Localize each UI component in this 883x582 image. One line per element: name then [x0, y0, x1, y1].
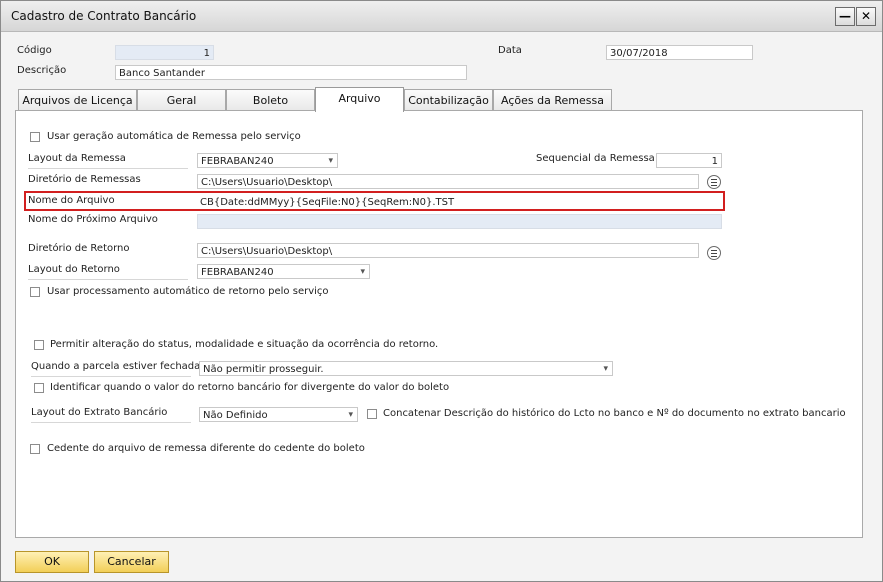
layout-retorno-label: Layout do Retorno: [28, 264, 120, 275]
auto-retorno-checkbox[interactable]: [30, 287, 40, 297]
divider: [31, 376, 191, 377]
codigo-field[interactable]: 1: [115, 45, 214, 60]
layout-remessa-label: Layout da Remessa: [28, 153, 126, 164]
auto-remessa-checkbox[interactable]: [30, 132, 40, 142]
dir-remessas-field[interactable]: C:\Users\Usuario\Desktop\: [197, 174, 699, 189]
auto-retorno-label: Usar processamento automático de retorno…: [47, 286, 329, 297]
nome-proximo-label: Nome do Próximo Arquivo: [28, 214, 158, 225]
tab-acoes-da-remessa[interactable]: Ações da Remessa: [493, 89, 612, 110]
divider: [28, 279, 188, 280]
highlight-box: [24, 191, 725, 211]
permitir-alteracao-label: Permitir alteração do status, modalidade…: [50, 339, 439, 350]
sequencial-label: Sequencial da Remessa: [536, 153, 655, 164]
layout-extrato-label: Layout do Extrato Bancário: [31, 407, 168, 418]
auto-remessa-label: Usar geração automática de Remessa pelo …: [47, 131, 301, 142]
divider: [28, 168, 188, 169]
identificar-divergente-checkbox[interactable]: [34, 383, 44, 393]
descricao-label: Descrição: [17, 65, 67, 76]
cancel-button[interactable]: Cancelar: [94, 551, 169, 573]
identificar-divergente-label: Identificar quando o valor do retorno ba…: [50, 382, 450, 393]
parcela-fechada-select[interactable]: Não permitir prosseguir.: [199, 361, 613, 376]
window-title: Cadastro de Contrato Bancário: [11, 9, 197, 23]
codigo-label: Código: [17, 45, 52, 56]
layout-remessa-select[interactable]: FEBRABAN240: [197, 153, 338, 168]
dir-retorno-label: Diretório de Retorno: [28, 243, 130, 254]
dialog-window: Cadastro de Contrato Bancário — ✕ Código…: [0, 0, 883, 582]
parcela-fechada-label: Quando a parcela estiver fechada: [31, 361, 201, 372]
divider: [31, 422, 191, 423]
cedente-label: Cedente do arquivo de remessa diferente …: [47, 443, 365, 454]
tab-contabilizacao[interactable]: Contabilização: [404, 89, 493, 110]
dir-remessas-label: Diretório de Remessas: [28, 174, 141, 185]
dir-retorno-field[interactable]: C:\Users\Usuario\Desktop\: [197, 243, 699, 258]
tab-boleto[interactable]: Boleto: [226, 89, 315, 110]
tab-arquivos-de-licenca[interactable]: Arquivos de Licença: [18, 89, 137, 110]
tab-geral[interactable]: Geral: [137, 89, 226, 110]
layout-retorno-select[interactable]: FEBRABAN240: [197, 264, 370, 279]
sequencial-field[interactable]: 1: [656, 153, 722, 168]
cedente-checkbox[interactable]: [30, 444, 40, 454]
minimize-icon[interactable]: —: [835, 7, 855, 26]
descricao-field[interactable]: Banco Santander: [115, 65, 467, 80]
nome-proximo-field: [197, 214, 722, 229]
permitir-alteracao-checkbox[interactable]: [34, 340, 44, 350]
concatenar-label: Concatenar Descrição do histórico do Lct…: [383, 408, 846, 419]
data-label: Data: [498, 45, 522, 56]
close-icon[interactable]: ✕: [856, 7, 876, 26]
tab-arquivo[interactable]: Arquivo: [315, 87, 404, 112]
list-icon[interactable]: [707, 246, 721, 260]
title-bar: Cadastro de Contrato Bancário — ✕: [1, 1, 882, 32]
concatenar-checkbox[interactable]: [367, 409, 377, 419]
data-field[interactable]: 30/07/2018: [606, 45, 753, 60]
list-icon[interactable]: [707, 175, 721, 189]
ok-button[interactable]: OK: [15, 551, 89, 573]
layout-extrato-select[interactable]: Não Definido: [199, 407, 358, 422]
